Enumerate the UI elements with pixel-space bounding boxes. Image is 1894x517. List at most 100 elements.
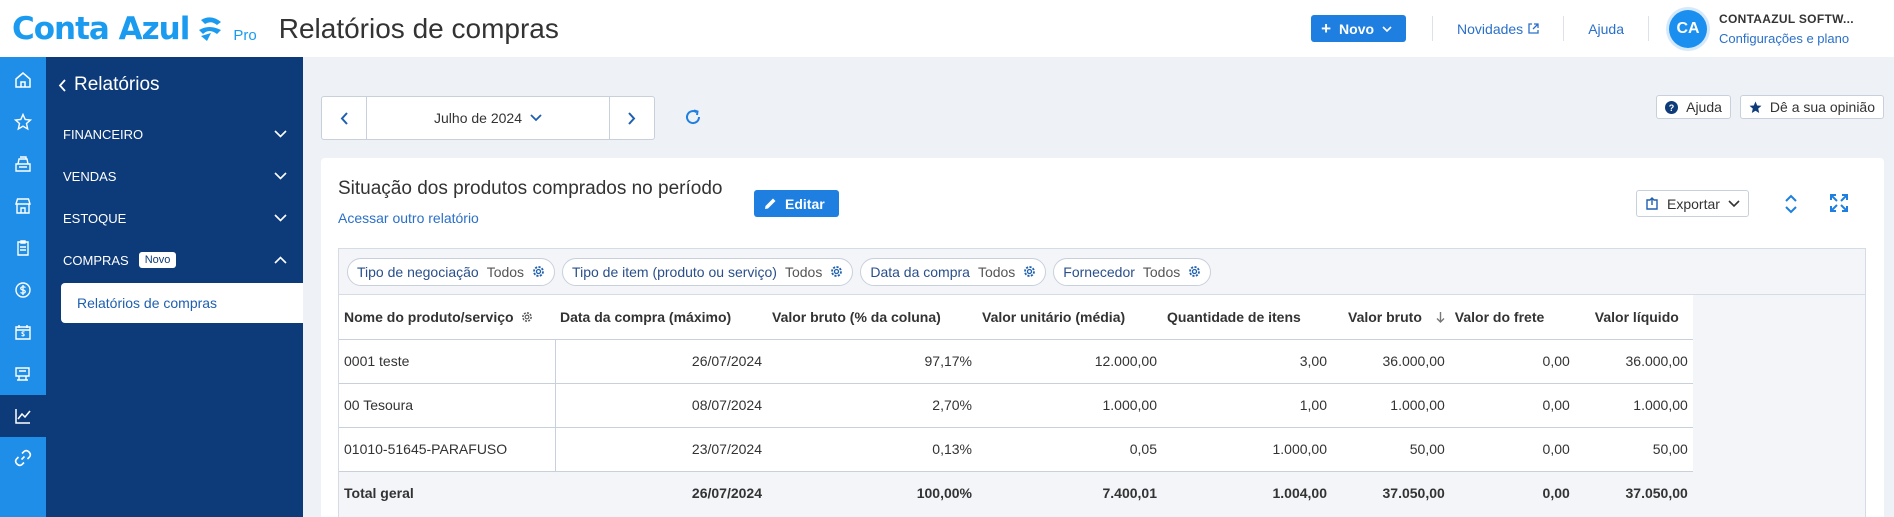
report-table-container: Tipo de negociação Todos Tipo de item (p… <box>338 248 1866 517</box>
logo-mark-icon <box>199 16 222 41</box>
expand-vertical-icon <box>1785 194 1797 214</box>
export-icon <box>1646 196 1658 210</box>
fullscreen-button[interactable] <box>1830 194 1848 217</box>
star-icon <box>14 113 32 131</box>
cell-product: 0001 teste <box>339 339 556 384</box>
chevron-left-icon <box>58 78 66 92</box>
cell-gross-percent: 97,17% <box>767 339 977 384</box>
help-button[interactable]: ? Ajuda <box>1656 95 1731 119</box>
dollar-icon <box>15 282 31 298</box>
news-link[interactable]: Novidades <box>1433 21 1563 37</box>
gear-icon <box>1024 266 1036 277</box>
cell-freight: 0,00 <box>1449 427 1575 472</box>
column-header-freight[interactable]: Valor do frete <box>1449 295 1575 340</box>
cell-unit-value: 0,05 <box>977 427 1162 472</box>
sidebar-item-label: VENDAS <box>63 168 117 184</box>
filter-negotiation-type[interactable]: Tipo de negociação Todos <box>347 257 556 286</box>
cell-quantity: 1,00 <box>1162 383 1332 428</box>
next-period-button[interactable] <box>610 97 654 139</box>
store-icon <box>15 198 31 214</box>
account-name: CONTAAZUL SOFTW... <box>1719 11 1854 26</box>
cell-unit-value: 1.000,00 <box>977 383 1162 428</box>
feedback-button[interactable]: Dê a sua opinião <box>1739 95 1884 119</box>
column-header-gross-value[interactable]: Valor bruto <box>1332 295 1450 340</box>
rail-purchases[interactable] <box>0 227 46 269</box>
account-settings-link[interactable]: Configurações e plano <box>1719 31 1854 46</box>
gear-icon <box>831 266 843 277</box>
column-header-date[interactable]: Data da compra (máximo) <box>555 295 767 340</box>
column-header-gross-percent[interactable]: Valor bruto (% da coluna) <box>767 295 977 340</box>
collapse-rows-button[interactable] <box>1784 194 1798 219</box>
cell-total-unit-value: 7.400,01 <box>977 471 1162 515</box>
fullscreen-icon <box>1830 194 1848 212</box>
rail-inventory[interactable] <box>0 185 46 227</box>
rail-integrations[interactable] <box>0 437 46 479</box>
table-row: 01010-51645-PARAFUSO 23/07/2024 0,13% 0,… <box>339 427 1693 472</box>
table-row: 00 Tesoura 08/07/2024 2,70% 1.000,00 1,0… <box>339 383 1693 428</box>
avatar: CA <box>1669 9 1707 48</box>
filter-label: Fornecedor <box>1063 263 1135 280</box>
column-header-product[interactable]: Nome do produto/serviço <box>339 295 555 340</box>
export-button[interactable]: Exportar <box>1636 190 1749 217</box>
chart-icon <box>15 409 31 424</box>
chevron-left-icon <box>340 111 348 125</box>
column-header-quantity[interactable]: Quantidade de itens <box>1162 295 1332 340</box>
column-header-unit-value[interactable]: Valor unitário (média) <box>977 295 1162 340</box>
logo-pro-label: Pro <box>233 27 257 44</box>
chevron-down-icon <box>274 130 287 138</box>
sidebar-item-vendas[interactable]: VENDAS <box>46 155 303 197</box>
cell-net-value: 1.000,00 <box>1574 383 1693 428</box>
refresh-button[interactable] <box>683 107 703 132</box>
news-link-label: Novidades <box>1457 20 1524 37</box>
edit-button[interactable]: Editar <box>754 190 839 217</box>
star-icon <box>1749 101 1762 113</box>
previous-period-button[interactable] <box>322 97 366 139</box>
cell-total-freight: 0,00 <box>1449 471 1575 515</box>
clipboard-icon <box>17 240 29 256</box>
filter-label: Data da compra <box>870 263 970 280</box>
back-to-reports[interactable]: Relatórios <box>46 57 303 113</box>
filter-value: Todos <box>486 263 525 280</box>
rail-services[interactable] <box>0 353 46 395</box>
question-circle-icon: ? <box>1665 100 1679 114</box>
external-link-icon <box>1528 23 1539 34</box>
filter-purchase-date[interactable]: Data da compra Todos <box>860 257 1047 286</box>
total-row: Total geral 26/07/2024 100,00% 7.400,01 … <box>339 471 1693 515</box>
report-table: Nome do produto/serviço Data da compra (… <box>339 295 1693 515</box>
new-badge: Novo <box>138 252 177 268</box>
cell-total-quantity: 1.004,00 <box>1162 471 1332 515</box>
filter-supplier[interactable]: Fornecedor Todos <box>1053 257 1212 286</box>
rail-billing[interactable] <box>0 311 46 353</box>
other-report-link[interactable]: Acessar outro relatório <box>338 210 479 226</box>
sidebar-item-purchase-reports[interactable]: Relatórios de compras <box>61 283 303 323</box>
rail-finance[interactable] <box>0 269 46 311</box>
rail-sales[interactable] <box>0 143 46 185</box>
svg-text:?: ? <box>1669 103 1675 113</box>
back-label: Relatórios <box>74 74 160 95</box>
column-header-net-value[interactable]: Valor líquido <box>1574 295 1693 340</box>
gear-icon <box>522 311 533 322</box>
rail-home[interactable] <box>0 59 46 101</box>
filter-item-type[interactable]: Tipo de item (produto ou serviço) Todos <box>562 257 854 286</box>
table-header-row: Nome do produto/serviço Data da compra (… <box>339 295 1693 340</box>
period-dropdown[interactable]: Julho de 2024 <box>366 97 610 139</box>
cart-icon <box>15 367 30 381</box>
cell-date: 26/07/2024 <box>555 339 767 384</box>
chevron-down-icon <box>1728 199 1740 207</box>
new-button[interactable]: + Novo <box>1311 15 1407 42</box>
cell-total-date: 26/07/2024 <box>555 471 767 515</box>
cell-product: 01010-51645-PARAFUSO <box>339 427 556 472</box>
sidebar-item-estoque[interactable]: ESTOQUE <box>46 197 303 239</box>
account-menu[interactable]: CA CONTAAZUL SOFTW... Configurações e pl… <box>1669 9 1894 48</box>
sidebar-item-financeiro[interactable]: FINANCEIRO <box>46 113 303 155</box>
rail-reports[interactable] <box>0 395 46 437</box>
logo[interactable]: Conta Azul Pro <box>12 0 257 57</box>
new-button-label: Novo <box>1339 20 1375 37</box>
sidebar-item-compras[interactable]: COMPRAS Novo <box>46 239 303 281</box>
cell-total-net-value: 37.050,00 <box>1574 471 1693 515</box>
filter-label: Tipo de negociação <box>357 263 479 280</box>
help-link[interactable]: Ajuda <box>1564 21 1648 37</box>
rail-favorites[interactable] <box>0 101 46 143</box>
home-icon <box>15 72 31 88</box>
page-title: Relatórios de compras <box>278 12 559 44</box>
